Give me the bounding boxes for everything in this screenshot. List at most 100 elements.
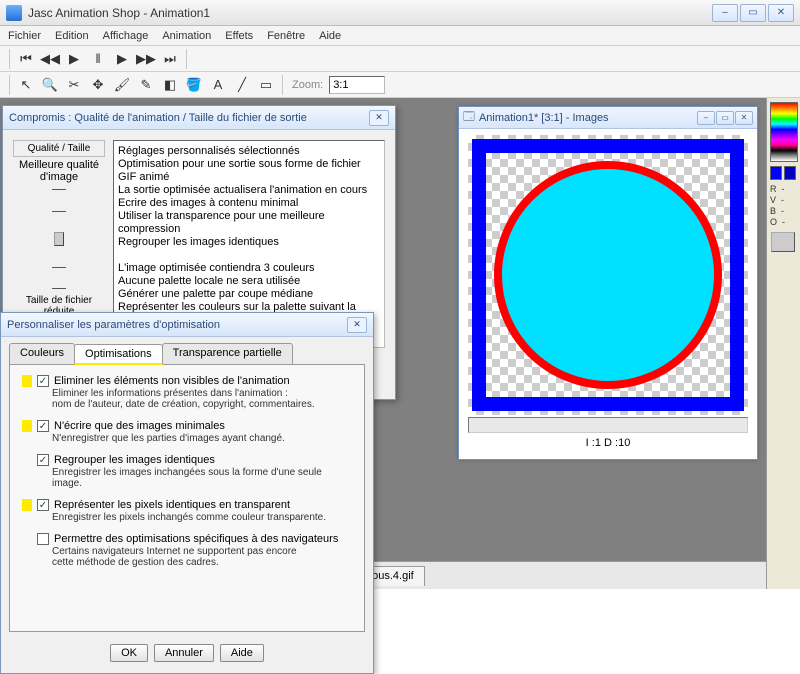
animation-canvas[interactable] bbox=[468, 135, 748, 415]
color-readout: R - V - B - O - bbox=[770, 184, 797, 228]
optimization-option: Eliminer les éléments non visibles de l'… bbox=[22, 375, 352, 410]
customize-dialog-titlebar[interactable]: Personnaliser les paramètres d'optimisat… bbox=[1, 313, 373, 337]
bg-color-swatch[interactable] bbox=[784, 166, 796, 180]
child-close-button[interactable]: ✕ bbox=[735, 111, 753, 125]
option-checkbox[interactable] bbox=[37, 533, 49, 545]
doc-icon: 🗔 bbox=[463, 108, 475, 127]
option-description: N'enregistrer que les parties d'images a… bbox=[52, 433, 352, 444]
ok-button[interactable]: OK bbox=[110, 644, 148, 662]
menu-item[interactable]: Animation bbox=[162, 30, 211, 42]
tab-colors[interactable]: Couleurs bbox=[9, 343, 75, 364]
option-checkbox[interactable] bbox=[37, 454, 49, 466]
close-button[interactable]: ✕ bbox=[768, 4, 794, 22]
move-tool-icon[interactable]: ✥ bbox=[87, 74, 109, 96]
slider-thumb-icon[interactable] bbox=[54, 232, 64, 246]
option-label: N'écrire que des images minimales bbox=[54, 420, 225, 432]
animation-window-titlebar[interactable]: 🗔 Animation1* [3:1] - Images – ▭ ✕ bbox=[459, 107, 757, 129]
settings-line: Utiliser la transparence pour une meille… bbox=[118, 210, 380, 236]
menu-item[interactable]: Fichier bbox=[8, 30, 41, 42]
fill-tool-icon[interactable]: 🪣 bbox=[183, 74, 205, 96]
menubar: Fichier Edition Affichage Animation Effe… bbox=[0, 26, 800, 46]
pencil-tool-icon[interactable]: ✎ bbox=[135, 74, 157, 96]
minimize-button[interactable]: – bbox=[712, 4, 738, 22]
zoom-field[interactable]: 3:1 bbox=[329, 76, 385, 94]
frame-info-label: I :1 D :10 bbox=[465, 433, 751, 453]
next-frame-icon[interactable]: ▶▶ bbox=[135, 48, 157, 70]
optimization-option: Représenter les pixels identiques en tra… bbox=[22, 499, 352, 523]
dialog-close-button[interactable]: ✕ bbox=[347, 317, 367, 333]
tools-toolbar: ↖ 🔍 ✂ ✥ 🖌 ✎ ◧ 🪣 A ╱ ▭ Zoom: 3:1 bbox=[0, 72, 800, 98]
optimization-option: Permettre des optimisations spécifiques … bbox=[22, 533, 352, 568]
child-maximize-button[interactable]: ▭ bbox=[716, 111, 734, 125]
crop-tool-icon[interactable]: ✂ bbox=[63, 74, 85, 96]
pause-icon[interactable]: ‖ bbox=[87, 48, 109, 70]
tab-body: Eliminer les éléments non visibles de l'… bbox=[9, 364, 365, 632]
option-description: Enregistrer les images inchangées sous l… bbox=[52, 467, 352, 489]
arrow-tool-icon[interactable]: ↖ bbox=[15, 74, 37, 96]
compromise-dialog-titlebar[interactable]: Compromis : Qualité de l'animation / Tai… bbox=[3, 106, 395, 130]
option-checkbox[interactable] bbox=[37, 420, 49, 432]
settings-line: Générer une palette par coupe médiane bbox=[118, 288, 380, 301]
cancel-button[interactable]: Annuler bbox=[154, 644, 214, 662]
highlight-mark bbox=[22, 375, 32, 387]
quality-slider[interactable] bbox=[13, 189, 105, 289]
zoom-tool-icon[interactable]: 🔍 bbox=[39, 74, 61, 96]
prev-frame-icon[interactable]: ◀◀ bbox=[39, 48, 61, 70]
dialog-close-button[interactable]: ✕ bbox=[369, 110, 389, 126]
settings-line: Aucune palette locale ne sera utilisée bbox=[118, 275, 380, 288]
menu-item[interactable]: Fenêtre bbox=[267, 30, 305, 42]
menu-item[interactable]: Affichage bbox=[103, 30, 149, 42]
option-checkbox[interactable] bbox=[37, 375, 49, 387]
current-colors[interactable] bbox=[770, 166, 797, 180]
menu-item[interactable]: Effets bbox=[225, 30, 253, 42]
animation-window-title: Animation1* [3:1] - Images bbox=[479, 112, 609, 124]
play-icon[interactable]: ▶ bbox=[111, 48, 133, 70]
rainbow-picker[interactable] bbox=[770, 102, 798, 162]
menu-item[interactable]: Aide bbox=[319, 30, 341, 42]
option-label: Eliminer les éléments non visibles de l'… bbox=[54, 375, 290, 387]
eraser-tool-icon[interactable]: ◧ bbox=[159, 74, 181, 96]
option-label: Permettre des optimisations spécifiques … bbox=[54, 533, 338, 545]
first-frame-icon[interactable]: ⏮ bbox=[15, 48, 37, 70]
settings-line bbox=[118, 249, 380, 262]
fg-color-swatch[interactable] bbox=[770, 166, 782, 180]
highlight-mark bbox=[22, 420, 32, 432]
line-tool-icon[interactable]: ╱ bbox=[231, 74, 253, 96]
option-checkbox[interactable] bbox=[37, 499, 49, 511]
settings-line: Ecrire des images à contenu minimal bbox=[118, 197, 380, 210]
brush-tool-icon[interactable]: 🖌 bbox=[111, 74, 133, 96]
palette-options-button[interactable] bbox=[771, 232, 795, 252]
main-titlebar: Jasc Animation Shop - Animation1 – ▭ ✕ bbox=[0, 0, 800, 26]
tab-partial-transparency[interactable]: Transparence partielle bbox=[162, 343, 293, 364]
optimization-option: Regrouper les images identiquesEnregistr… bbox=[22, 454, 352, 489]
settings-line: Regrouper les images identiques bbox=[118, 236, 380, 249]
cyan-circle bbox=[494, 161, 722, 389]
option-description: Certains navigateurs Internet ne support… bbox=[52, 546, 352, 568]
text-tool-icon[interactable]: A bbox=[207, 74, 229, 96]
settings-line: La sortie optimisée actualisera l'animat… bbox=[118, 184, 380, 197]
settings-line: Réglages personnalisés sélectionnés bbox=[118, 145, 380, 158]
tab-optimizations[interactable]: Optimisations bbox=[74, 344, 163, 365]
color-palette-panel: R - V - B - O - bbox=[766, 98, 800, 589]
rect-tool-icon[interactable]: ▭ bbox=[255, 74, 277, 96]
app-icon bbox=[6, 5, 22, 21]
option-description: Enregistrer les pixels inchangés comme c… bbox=[52, 512, 352, 523]
app-title: Jasc Animation Shop - Animation1 bbox=[28, 6, 210, 20]
option-label: Regrouper les images identiques bbox=[54, 454, 215, 466]
option-description: Eliminer les informations présentes dans… bbox=[52, 388, 352, 410]
play-back-icon[interactable]: ▶ bbox=[63, 48, 85, 70]
help-button[interactable]: Aide bbox=[220, 644, 264, 662]
customize-dialog: Personnaliser les paramètres d'optimisat… bbox=[0, 312, 374, 674]
settings-line: Optimisation pour une sortie sous forme … bbox=[118, 158, 380, 184]
settings-line: L'image optimisée contiendra 3 couleurs bbox=[118, 262, 380, 275]
optimization-option: N'écrire que des images minimalesN'enreg… bbox=[22, 420, 352, 444]
maximize-button[interactable]: ▭ bbox=[740, 4, 766, 22]
highlight-mark bbox=[22, 499, 32, 511]
child-minimize-button[interactable]: – bbox=[697, 111, 715, 125]
menu-item[interactable]: Edition bbox=[55, 30, 89, 42]
workspace: R - V - B - O - 🗔 Animation1* [3:1] - Im… bbox=[0, 98, 800, 589]
horizontal-scrollbar[interactable] bbox=[468, 417, 748, 433]
option-label: Représenter les pixels identiques en tra… bbox=[54, 499, 290, 511]
last-frame-icon[interactable]: ⏭ bbox=[159, 48, 181, 70]
zoom-label: Zoom: bbox=[292, 79, 323, 91]
